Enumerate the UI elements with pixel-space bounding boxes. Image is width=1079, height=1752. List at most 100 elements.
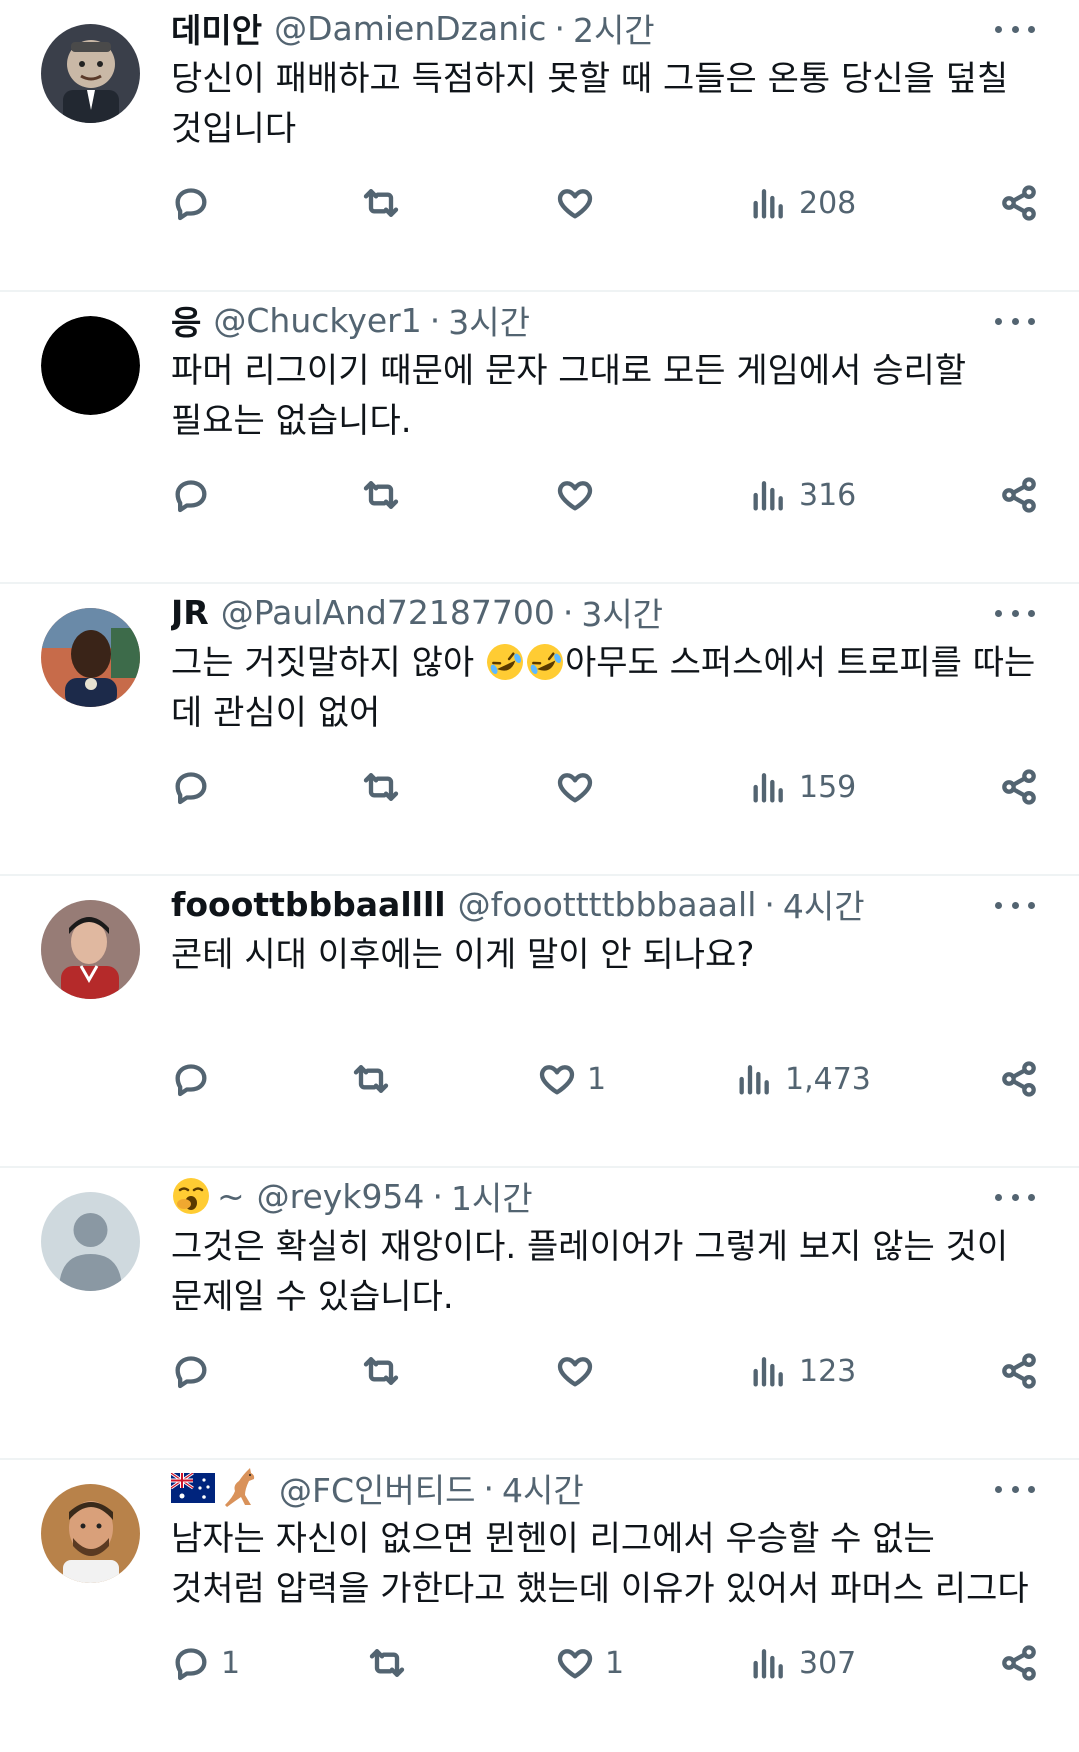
retweet-button[interactable]	[361, 470, 411, 520]
avatar[interactable]	[41, 316, 140, 415]
share-button[interactable]	[999, 470, 1039, 520]
heart-icon	[557, 189, 593, 219]
heart-icon	[557, 481, 593, 511]
reply-icon	[175, 1064, 207, 1097]
separator-dot: ·	[432, 1176, 443, 1216]
display-name[interactable]: 응	[171, 296, 201, 344]
view-count: 316	[799, 477, 857, 513]
rolling-on-floor-laughing-emoji	[526, 644, 563, 680]
tweet-actions: 123	[171, 1346, 1039, 1396]
tweet[interactable]: 데미안 @DamienDzanic · 2시간 당신이 패배하고 득점하지 못할…	[0, 0, 1079, 292]
like-button[interactable]	[555, 1346, 605, 1396]
retweet-button[interactable]	[367, 1638, 417, 1688]
tweet-text-part: 그는 거짓말하지 않아	[171, 643, 485, 683]
display-name[interactable]: ~	[171, 1176, 245, 1216]
retweet-icon	[363, 1357, 399, 1385]
like-button[interactable]	[555, 178, 605, 228]
tweet-actions: 159	[171, 762, 1039, 812]
display-name[interactable]: fooottbbbaallll	[171, 885, 446, 924]
views-button[interactable]: 208	[749, 178, 856, 228]
display-name[interactable]: 데미안	[171, 4, 262, 52]
share-button[interactable]	[999, 1638, 1039, 1688]
more-options-icon[interactable]	[995, 306, 1035, 336]
view-count: 123	[799, 1353, 857, 1389]
like-button[interactable]	[555, 470, 605, 520]
retweet-button[interactable]	[361, 178, 411, 228]
more-options-icon[interactable]	[995, 1474, 1035, 1504]
bar-chart-icon	[753, 1357, 783, 1387]
tweet[interactable]: 응 @Chuckyer1 · 3시간 파머 리그이기 때문에 문자 그대로 모든…	[0, 292, 1079, 584]
reply-button[interactable]	[171, 762, 221, 812]
user-handle[interactable]: @PaulAnd72187700	[221, 593, 555, 632]
more-options-icon[interactable]	[995, 890, 1035, 920]
share-icon	[1002, 769, 1036, 805]
tweet-actions: 1 1,473	[171, 1054, 1039, 1104]
share-button[interactable]	[999, 178, 1039, 228]
reply-icon	[175, 480, 207, 513]
bar-chart-icon	[753, 773, 783, 803]
avatar[interactable]	[41, 1484, 140, 1583]
reply-count: 1	[221, 1645, 241, 1681]
avatar[interactable]	[41, 608, 140, 707]
bar-chart-icon	[753, 189, 783, 219]
timestamp[interactable]: 3시간	[581, 588, 663, 636]
heart-icon	[557, 773, 593, 803]
like-button[interactable]: 1	[537, 1054, 606, 1104]
tweet[interactable]: ~ @reyk954 · 1시간 그것은 확실히 재앙이다. 플레이어가 그렇게…	[0, 1168, 1079, 1460]
bar-chart-icon	[753, 1649, 783, 1679]
retweet-button[interactable]	[361, 762, 411, 812]
share-button[interactable]	[999, 762, 1039, 812]
avatar[interactable]	[41, 24, 140, 123]
view-count: 307	[799, 1645, 857, 1681]
timestamp[interactable]: 4시간	[783, 880, 865, 928]
user-handle[interactable]: @DamienDzanic	[274, 9, 546, 48]
views-button[interactable]: 1,473	[735, 1054, 871, 1104]
user-handle[interactable]: @FC인버티드	[279, 1464, 475, 1512]
more-options-icon[interactable]	[995, 598, 1035, 628]
user-handle[interactable]: @Chuckyer1	[213, 301, 421, 340]
retweet-button[interactable]	[351, 1054, 401, 1104]
reply-button[interactable]	[171, 1054, 221, 1104]
tweet[interactable]: fooottbbbaallll @fooottttbbbaaall · 4시간 …	[0, 876, 1079, 1168]
reply-icon	[175, 1356, 207, 1389]
views-button[interactable]: 159	[749, 762, 856, 812]
separator-dot: ·	[562, 592, 574, 632]
heart-icon	[539, 1065, 575, 1095]
timestamp[interactable]: 4시간	[502, 1464, 584, 1512]
display-name[interactable]: JR	[171, 593, 209, 632]
user-handle[interactable]: @reyk954	[257, 1177, 425, 1216]
tweet[interactable]: JR @PaulAnd72187700 · 3시간 그는 거짓말하지 않아 아무…	[0, 584, 1079, 876]
reply-button[interactable]: 1	[171, 1638, 240, 1688]
timestamp[interactable]: 2시간	[573, 4, 655, 52]
share-button[interactable]	[999, 1054, 1039, 1104]
like-button[interactable]	[555, 762, 605, 812]
share-icon	[1002, 477, 1036, 513]
share-button[interactable]	[999, 1346, 1039, 1396]
timestamp[interactable]: 3시간	[448, 296, 530, 344]
avatar[interactable]	[41, 1192, 140, 1291]
tweet-text: 그것은 확실히 재앙이다. 플레이어가 그렇게 보지 않는 것이 문제일 수 있…	[171, 1227, 1009, 1317]
tweet-text: 당신이 패배하고 득점하지 못할 때 그들은 온통 당신을 덮칠 것입니다	[171, 59, 1009, 149]
tweet-actions: 1 1 307	[171, 1638, 1039, 1688]
like-button[interactable]: 1	[555, 1638, 624, 1688]
avatar[interactable]	[41, 900, 140, 999]
more-options-icon[interactable]	[995, 14, 1035, 44]
reply-button[interactable]	[171, 470, 221, 520]
tweet-header: ~ @reyk954 · 1시간	[171, 1172, 969, 1220]
reply-button[interactable]	[171, 1346, 221, 1396]
yawning-face-emoji	[173, 1178, 209, 1214]
retweet-button[interactable]	[361, 1346, 411, 1396]
display-name-text: ~	[217, 1176, 245, 1216]
user-handle[interactable]: @fooottttbbbaaall	[458, 885, 757, 924]
more-options-icon[interactable]	[995, 1182, 1035, 1212]
views-button[interactable]: 123	[749, 1346, 856, 1396]
views-button[interactable]: 307	[749, 1638, 856, 1688]
bar-chart-icon	[753, 481, 783, 511]
timestamp[interactable]: 1시간	[451, 1172, 533, 1220]
reply-button[interactable]	[171, 178, 221, 228]
views-button[interactable]: 316	[749, 470, 856, 520]
display-name[interactable]	[171, 1467, 267, 1509]
separator-dot: ·	[483, 1468, 494, 1508]
separator-dot: ·	[429, 300, 441, 340]
tweet[interactable]: @FC인버티드 · 4시간 남자는 자신이 없으면 뮌헨이 리그에서 우승할 수…	[0, 1460, 1079, 1752]
